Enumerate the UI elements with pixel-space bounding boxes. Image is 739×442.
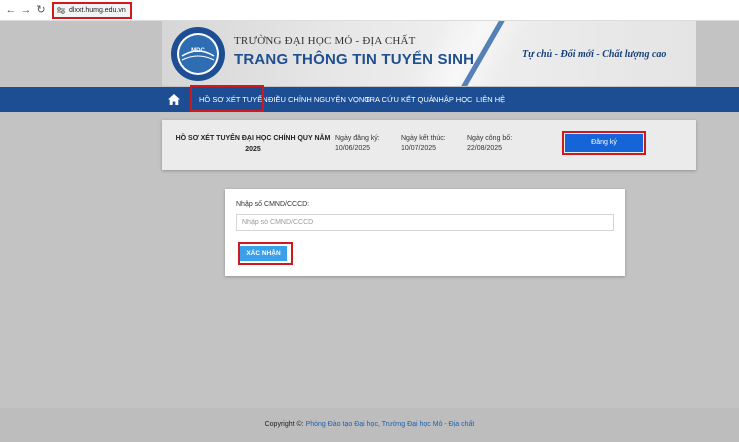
reload-icon[interactable]: ↻ — [34, 3, 48, 17]
nav-item-nhap-hoc[interactable]: NHẬP HỌC — [433, 95, 472, 104]
page-footer: Copyright ©: Phòng Đào tạo Đại học, Trườ… — [0, 408, 739, 442]
copyright-text: Copyright ©: Phòng Đào tạo Đại học, Trườ… — [0, 421, 739, 428]
id-field-label: Nhập số CMND/CCCD: — [236, 201, 310, 208]
site-header-banner: MDC TRƯỜNG ĐẠI HỌC MỎ - ĐỊA CHẤT TRANG T… — [162, 21, 696, 86]
register-date-label: Ngày đăng ký: — [335, 135, 380, 142]
highlight-outline-register — [562, 131, 646, 155]
browser-toolbar: ← → ↻ dlxxt.humg.edu.vn — [0, 0, 739, 21]
register-date-group: Ngày đăng ký: 10/06/2025 — [335, 134, 380, 154]
end-date-group: Ngày kết thúc: 10/07/2025 — [401, 134, 446, 154]
announce-date-value: 22/08/2025 — [467, 145, 503, 152]
end-date-label: Ngày kết thúc: — [401, 135, 446, 142]
nav-item-tra-cuu-ket-qua[interactable]: TRA CỨU KẾT QUẢ — [365, 95, 434, 104]
nav-item-lien-he[interactable]: LIÊN HỆ — [476, 95, 505, 104]
site-settings-icon[interactable] — [57, 7, 65, 14]
forward-arrow-icon[interactable]: → — [19, 3, 33, 17]
url-text: dlxxt.humg.edu.vn — [69, 7, 126, 14]
footer-link[interactable]: Phòng Đào tạo Đại học, Trường Đại học Mỏ… — [306, 421, 475, 428]
address-bar[interactable]: dlxxt.humg.edu.vn — [52, 2, 132, 19]
announce-date-group: Ngày công bố: 22/08/2025 — [467, 134, 512, 154]
home-icon[interactable] — [168, 94, 180, 105]
back-arrow-icon[interactable]: ← — [4, 3, 18, 17]
nav-item-dieu-chinh-nguyen-vong[interactable]: ĐIỀU CHỈNH NGUYỆN VỌNG — [268, 95, 370, 104]
id-number-input[interactable] — [236, 214, 614, 231]
slogan: Tự chủ - Đổi mới - Chất lượng cao — [522, 49, 667, 60]
admission-title: HỒ SƠ XÉT TUYỂN ĐẠI HỌC CHÍNH QUY NĂM 20… — [175, 135, 331, 153]
page-title: TRANG THÔNG TIN TUYỂN SINH — [234, 51, 475, 68]
announce-date-label: Ngày công bố: — [467, 135, 513, 142]
register-date-value: 10/06/2025 — [335, 145, 371, 152]
university-logo[interactable]: MDC — [170, 26, 226, 82]
logo-text: MDC — [191, 48, 205, 54]
highlight-outline-confirm — [238, 242, 293, 265]
main-navbar: HỒ SƠ XÉT TUYỂN ĐIỀU CHỈNH NGUYỆN VỌNG T… — [0, 87, 739, 112]
end-date-value: 10/07/2025 — [401, 145, 437, 152]
university-name: TRƯỜNG ĐẠI HỌC MỎ - ĐỊA CHẤT — [234, 35, 416, 47]
highlight-outline-nav — [190, 85, 264, 112]
copyright-prefix: Copyright ©: — [264, 421, 306, 428]
